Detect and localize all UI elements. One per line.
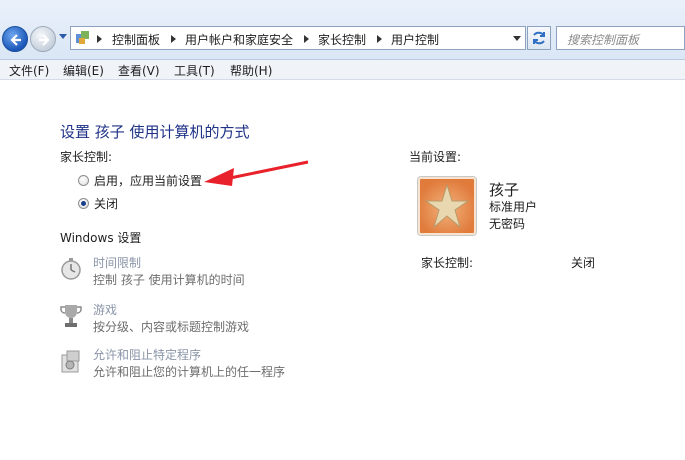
search-input[interactable]: 搜索控制面板 — [567, 31, 639, 48]
allow-block-programs-link[interactable]: 允许和阻止特定程序 — [93, 346, 201, 363]
crumb-separator-icon[interactable] — [171, 35, 176, 43]
radio-enable[interactable] — [78, 175, 89, 186]
user-avatar — [418, 177, 476, 235]
refresh-icon — [533, 31, 545, 45]
crumb-parental-controls[interactable]: 家长控制 — [318, 31, 366, 48]
crumb-user-controls[interactable]: 用户控制 — [391, 31, 439, 48]
current-parental-value: 关闭 — [571, 256, 596, 270]
games-link[interactable]: 游戏 — [93, 301, 117, 318]
history-dropdown-icon[interactable] — [59, 34, 67, 39]
allow-block-programs-desc: 允许和阻止您的计算机上的任一程序 — [93, 365, 286, 379]
forward-arrow-icon — [39, 34, 50, 46]
time-limits-desc: 控制 孩子 使用计算机的时间 — [93, 273, 245, 287]
address-bar[interactable]: 控制面板 用户帐户和家庭安全 家长控制 用户控制 — [70, 26, 526, 50]
user-name: 孩子 — [489, 181, 520, 199]
menu-edit[interactable]: 编辑(E) — [63, 62, 104, 79]
back-arrow-icon — [10, 34, 21, 46]
forward-button[interactable] — [30, 26, 56, 52]
trophy-icon — [60, 305, 82, 327]
radio-enable-label[interactable]: 启用，应用当前设置 — [94, 172, 202, 189]
page-title: 设置 孩子 使用计算机的方式 — [60, 123, 250, 141]
control-panel-icon — [76, 31, 89, 44]
crumb-control-panel[interactable]: 控制面板 — [112, 31, 160, 48]
starfish-icon — [424, 183, 470, 229]
parental-controls-label: 家长控制: — [60, 150, 113, 164]
current-settings-label: 当前设置: — [409, 150, 462, 164]
refresh-button[interactable] — [527, 26, 551, 50]
annotation-arrow-icon — [204, 160, 309, 186]
games-desc: 按分级、内容或标题控制游戏 — [93, 320, 250, 334]
search-box[interactable]: 搜索控制面板 — [556, 26, 685, 50]
time-limits-link[interactable]: 时间限制 — [93, 254, 141, 271]
current-parental-label: 家长控制: — [421, 256, 474, 270]
radio-off-label[interactable]: 关闭 — [94, 195, 118, 212]
program-icon — [61, 350, 80, 373]
crumb-separator-icon[interactable] — [304, 35, 309, 43]
menu-tools[interactable]: 工具(T) — [174, 62, 215, 79]
radio-off[interactable] — [78, 198, 89, 209]
account-type: 标准用户 — [489, 200, 538, 214]
windows-settings-label: Windows 设置 — [60, 231, 142, 245]
password-status: 无密码 — [489, 217, 526, 231]
menu-file[interactable]: 文件(F) — [9, 62, 49, 79]
menu-help[interactable]: 帮助(H) — [230, 62, 272, 79]
crumb-separator-icon[interactable] — [377, 35, 382, 43]
crumb-separator-icon[interactable] — [97, 35, 102, 43]
back-button[interactable] — [2, 26, 28, 52]
menu-bar: 文件(F) 编辑(E) 查看(V) 工具(T) 帮助(H) — [0, 60, 685, 80]
stopwatch-icon — [61, 258, 81, 280]
address-dropdown-icon[interactable] — [513, 36, 521, 41]
address-toolbar: 控制面板 用户帐户和家庭安全 家长控制 用户控制 搜索控制面板 — [0, 0, 685, 60]
crumb-user-accounts[interactable]: 用户帐户和家庭安全 — [185, 31, 293, 48]
menu-view[interactable]: 查看(V) — [118, 62, 160, 79]
